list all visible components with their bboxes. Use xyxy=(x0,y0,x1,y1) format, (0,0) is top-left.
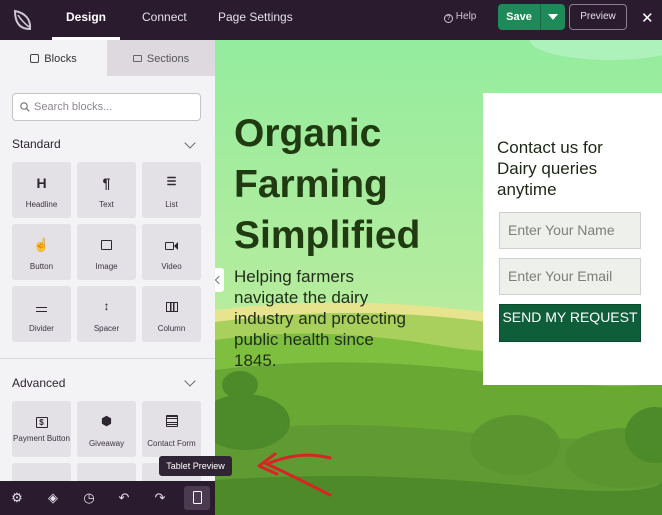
layers-icon[interactable]: ◈ xyxy=(45,490,61,506)
block-more[interactable] xyxy=(12,463,71,481)
tablet-icon xyxy=(192,491,202,504)
block-contact-form[interactable]: Contact Form xyxy=(142,401,201,457)
block-label: Column xyxy=(157,324,186,333)
headline-icon: H xyxy=(36,175,47,191)
block-spacer[interactable]: ↕ Spacer xyxy=(77,286,136,342)
collapse-sidebar-toggle[interactable] xyxy=(215,268,224,292)
email-input[interactable]: Enter Your Email xyxy=(499,258,641,295)
gear-icon[interactable]: ⚙ xyxy=(9,490,25,506)
section-advanced-title: Advanced xyxy=(12,376,66,390)
tablet-preview-tooltip: Tablet Preview xyxy=(159,456,232,476)
block-column[interactable]: Column xyxy=(142,286,201,342)
block-giveaway[interactable]: ⬢ Giveaway xyxy=(77,401,136,457)
block-headline[interactable]: H Headline xyxy=(12,162,71,218)
help-icon: ? xyxy=(444,14,453,23)
block-label: Image xyxy=(95,262,118,271)
search-placeholder: Search blocks... xyxy=(34,101,113,113)
dollar-icon: $ xyxy=(12,412,71,428)
block-button[interactable]: ☝ Button xyxy=(12,224,71,280)
paragraph-icon: ¶ xyxy=(102,175,111,191)
block-label: Payment Button xyxy=(13,434,70,443)
trophy-icon: ⬢ xyxy=(101,414,112,428)
pointer-icon: ☝ xyxy=(33,237,50,252)
name-input[interactable]: Enter Your Name xyxy=(499,212,641,249)
section-standard-title: Standard xyxy=(12,137,61,151)
redo-icon[interactable]: ↷ xyxy=(152,490,168,506)
block-label: Contact Form xyxy=(147,439,196,448)
search-blocks-input[interactable]: Search blocks... xyxy=(12,93,201,121)
help-label: Help xyxy=(455,11,477,22)
block-image[interactable]: Image xyxy=(77,224,136,280)
form-icon xyxy=(142,414,201,430)
video-icon xyxy=(142,237,201,253)
block-video[interactable]: Video xyxy=(142,224,201,280)
chevron-down-icon[interactable] xyxy=(184,137,196,149)
tab-blocks[interactable]: Blocks xyxy=(0,40,107,76)
block-label: List xyxy=(165,200,178,209)
hero-subheadline[interactable]: Helping farmers navigate the dairy indus… xyxy=(234,266,409,371)
tab-design[interactable]: Design xyxy=(51,0,121,40)
chevron-down-icon[interactable] xyxy=(184,375,196,387)
block-label: Divider xyxy=(29,324,54,333)
blocks-icon xyxy=(30,54,40,63)
column-icon xyxy=(142,299,201,315)
undo-icon[interactable]: ↶ xyxy=(116,490,132,506)
block-text[interactable]: ¶ Text xyxy=(77,162,136,218)
block-payment-button[interactable]: $ Payment Button xyxy=(12,401,71,457)
block-list[interactable]: ☰ List xyxy=(142,162,201,218)
list-icon: ☰ xyxy=(166,176,177,188)
tab-sections[interactable]: Sections xyxy=(107,40,215,76)
block-more[interactable] xyxy=(77,463,136,481)
tablet-preview-button[interactable] xyxy=(184,486,210,510)
tab-sections-label: Sections xyxy=(146,53,190,65)
preview-button[interactable]: Preview xyxy=(569,4,627,30)
save-options-dropdown-icon[interactable] xyxy=(548,14,558,20)
tab-connect[interactable]: Connect xyxy=(142,0,187,40)
sidebar: Blocks Sections Search blocks... Standar… xyxy=(0,40,215,481)
block-label: Headline xyxy=(25,200,58,209)
image-icon xyxy=(77,237,136,253)
top-bar: Design Connect Page Settings ? Help Save… xyxy=(0,0,662,40)
block-label: Button xyxy=(29,262,54,271)
sections-icon xyxy=(132,55,142,62)
send-request-button[interactable]: SEND MY REQUEST xyxy=(499,304,641,342)
history-icon[interactable]: ◷ xyxy=(81,490,97,506)
close-icon[interactable]: ✕ xyxy=(641,9,654,27)
section-divider xyxy=(0,358,215,359)
hero-headline[interactable]: Organic Farming Simplified xyxy=(234,108,464,261)
block-label: Spacer xyxy=(93,324,120,333)
seedprod-logo-icon[interactable] xyxy=(10,7,36,33)
block-label: Video xyxy=(161,262,182,271)
tab-page-settings[interactable]: Page Settings xyxy=(218,0,293,40)
block-label: Text xyxy=(99,200,114,209)
block-divider[interactable]: Divider xyxy=(12,286,71,342)
block-label: Giveaway xyxy=(88,439,125,448)
spacer-icon: ↕ xyxy=(103,299,110,313)
search-icon xyxy=(20,102,30,112)
tab-blocks-label: Blocks xyxy=(44,53,77,65)
form-title[interactable]: Contact us for Dairy queries anytime xyxy=(497,137,647,200)
page-preview-canvas: Organic Farming Simplified Helping farme… xyxy=(215,40,662,515)
bottom-toolbar: ⚙ ◈ ◷ ↶ ↷ xyxy=(0,481,215,515)
save-button-group: Save xyxy=(498,4,565,30)
save-divider xyxy=(540,4,541,30)
divider-icon xyxy=(12,299,71,315)
save-button[interactable]: Save xyxy=(498,4,540,30)
help-button[interactable]: ? Help xyxy=(444,11,476,23)
contact-form-card: Contact us for Dairy queries anytime Ent… xyxy=(483,93,662,385)
